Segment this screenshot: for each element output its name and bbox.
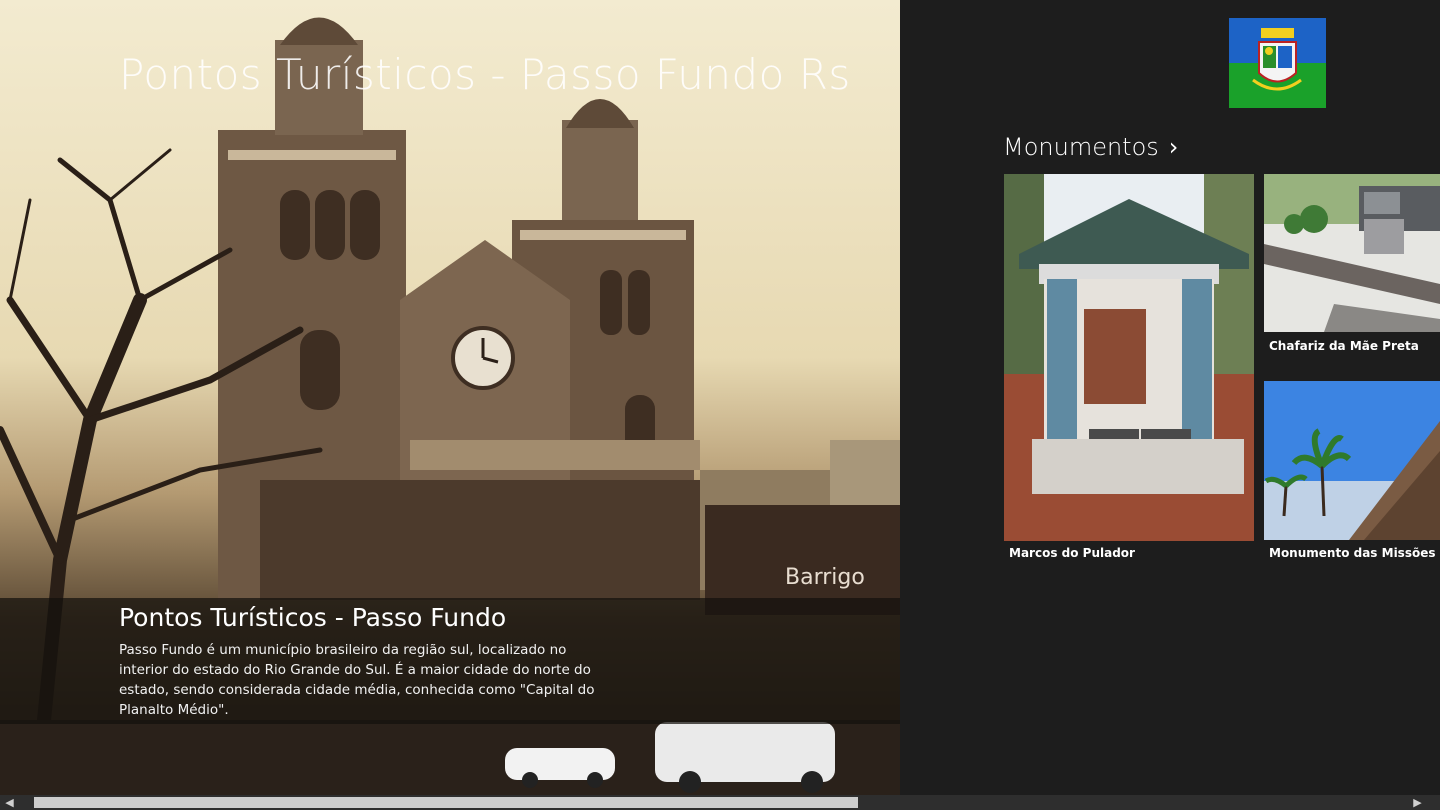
scroll-left-icon[interactable]: ◀ [2,795,17,810]
tile-image [1264,174,1440,332]
hero-caption: Pontos Turísticos - Passo Fundo Passo Fu… [0,598,900,724]
app-title: Pontos Turísticos - Passo Fundo Rs [119,50,851,99]
tile-chafariz-da-mae-preta[interactable] [1264,174,1440,332]
hero-panel[interactable]: Barrigo Pontos Turísticos - Passo Fundo … [0,0,900,795]
tile-monumento-das-missoes[interactable] [1264,381,1440,540]
tile-label-monumento-das-missoes: Monumento das Missões [1269,546,1436,560]
scroll-right-icon[interactable]: ▶ [1410,795,1425,810]
hero-caption-description: Passo Fundo é um município brasileiro da… [119,642,595,718]
scrollbar-thumb[interactable] [34,797,858,808]
coat-of-arms-icon [1229,18,1326,108]
tile-image [1004,174,1254,541]
section-title: Monumentos [1003,133,1159,161]
tile-marcos-do-pulador[interactable] [1004,174,1254,541]
tile-label-chafariz-da-mae-preta: Chafariz da Mãe Preta [1269,339,1419,353]
chevron-right-icon: › [1168,133,1179,161]
hero-caption-title: Pontos Turísticos - Passo Fundo [119,603,507,632]
tile-image [1264,381,1440,540]
tile-label-marcos-do-pulador: Marcos do Pulador [1009,546,1135,560]
monumentos-section-header[interactable]: Monumentos › [1003,133,1178,161]
horizontal-scrollbar[interactable]: ◀ ▶ [0,795,1440,810]
storefront-sign: Barrigo [785,565,865,590]
